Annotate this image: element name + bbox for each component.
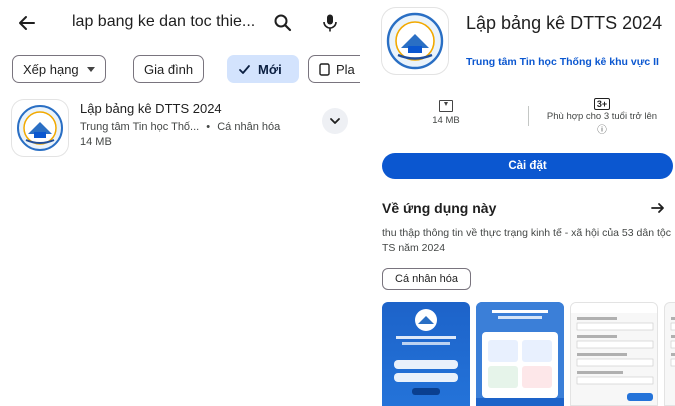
filter-chip-family[interactable]: Gia đình xyxy=(133,55,205,83)
about-section-title: Về ứng dụng này xyxy=(382,200,497,216)
install-button[interactable]: Cài đặt xyxy=(382,153,673,179)
filter-chip-label: Gia đình xyxy=(144,61,194,77)
dropdown-caret-icon xyxy=(86,66,95,72)
mic-icon xyxy=(323,14,337,32)
app-title: Lập bảng kê DTTS 2024 xyxy=(466,13,663,33)
tablet-icon xyxy=(319,62,330,76)
stat-size-value: 14 MB xyxy=(432,115,460,126)
search-icon xyxy=(274,14,292,32)
screenshot-form-image xyxy=(571,303,657,401)
developer-link[interactable]: Trung tâm Tin học Thống kê khu vực II xyxy=(466,56,675,69)
screenshots-carousel[interactable] xyxy=(382,302,675,406)
screenshot-thumbnail[interactable] xyxy=(570,302,658,406)
filter-chip-label: Mới xyxy=(258,61,282,77)
back-button[interactable] xyxy=(14,10,40,36)
result-app-size: 14 MB xyxy=(80,136,112,148)
app-icon-large xyxy=(382,8,448,74)
filter-chip-label: Xếp hạng xyxy=(23,61,79,77)
screenshot-form-image xyxy=(670,317,675,367)
filter-chip-rating[interactable]: Xếp hạng xyxy=(12,55,106,83)
arrow-left-icon xyxy=(19,16,35,30)
about-description: thu thập thông tin về thực trạng kinh tế… xyxy=(382,227,671,254)
age-rating-text: Phù hợp cho 3 tuổi trở lên xyxy=(546,111,658,122)
download-size-icon xyxy=(439,100,453,112)
filter-chip-new[interactable]: Mới xyxy=(227,55,299,83)
app-detail-pane: Lập bảng kê DTTS 2024 Trung tâm Tin học … xyxy=(360,0,675,406)
stat-age-rating[interactable]: 3+ Phù hợp cho 3 tuổi trở lên ⓘ xyxy=(546,98,658,136)
age-rating-badge: 3+ xyxy=(593,98,611,110)
info-icon: ⓘ xyxy=(597,125,607,136)
category-tag-chip[interactable]: Cá nhân hóa xyxy=(382,268,471,290)
search-bar: lap bang ke dan toc thie... xyxy=(0,0,360,46)
app-logo-icon xyxy=(17,105,63,151)
app-icon xyxy=(12,100,68,156)
filter-chips: Xếp hạng Gia đình Mới Pla xyxy=(12,55,360,83)
dot-separator: • xyxy=(206,121,211,133)
screenshot-thumbnail[interactable] xyxy=(382,302,470,406)
expand-result-button[interactable] xyxy=(322,108,348,134)
app-logo-icon xyxy=(386,12,444,70)
search-results-pane: lap bang ke dan toc thie... Xếp hạng Gia… xyxy=(0,0,360,406)
app-stats: 14 MB 3+ Phù hợp cho 3 tuổi trở lên ⓘ xyxy=(390,98,675,140)
screenshot-thumbnail[interactable] xyxy=(476,302,564,406)
result-developer: Trung tâm Tin học Thố... xyxy=(80,121,200,133)
search-result-item[interactable]: Lập bảng kê DTTS 2024 Trung tâm Tin học … xyxy=(0,96,360,160)
filter-chip-label: Pla xyxy=(336,61,355,77)
screenshot-login-image xyxy=(394,309,458,395)
stat-size: 14 MB xyxy=(416,98,476,126)
stat-divider xyxy=(528,106,529,126)
result-app-title: Lập bảng kê DTTS 2024 xyxy=(80,101,222,116)
arrow-right-icon xyxy=(651,203,664,213)
search-query[interactable]: lap bang ke dan toc thie... xyxy=(72,13,255,31)
filter-chip-platform[interactable]: Pla xyxy=(308,55,360,83)
result-category: Cá nhân hóa xyxy=(217,121,281,133)
check-icon xyxy=(239,64,250,74)
chevron-down-icon xyxy=(330,118,340,124)
search-button[interactable] xyxy=(270,10,296,36)
voice-search-button[interactable] xyxy=(317,10,343,36)
screenshot-menu-image xyxy=(476,302,564,406)
screenshot-thumbnail[interactable] xyxy=(664,302,675,406)
about-section-open-button[interactable] xyxy=(648,198,668,218)
result-app-subtitle: Trung tâm Tin học Thố... • Cá nhân hóa xyxy=(80,121,280,133)
